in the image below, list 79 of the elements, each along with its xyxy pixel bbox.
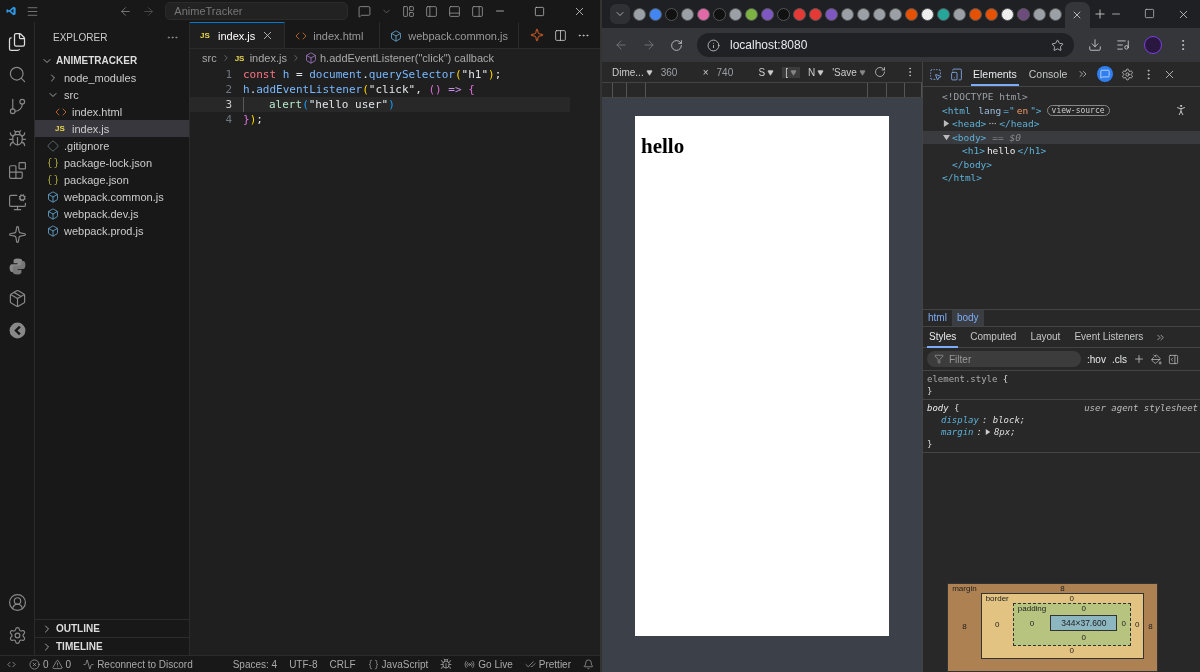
rule-selector: element.style { [927, 373, 1009, 385]
problems-status[interactable]: 0 0 [29, 658, 72, 670]
code-line: h.addEventListener("click", () => { [243, 83, 475, 96]
breadcrumb[interactable]: JS index.js [234, 52, 287, 64]
zoom-dropdown[interactable]: S [758, 66, 775, 78]
element-breadcrumb[interactable]: html [923, 310, 952, 326]
height-field[interactable]: 740 [716, 66, 751, 78]
dom-node[interactable]: <body> == $0 [923, 130, 1200, 144]
dom-node[interactable]: <head> </head> [923, 117, 1200, 131]
dom-node[interactable]: <!DOCTYPE html> [923, 90, 1200, 104]
dom-closing-tag[interactable]: </html> [923, 171, 1200, 185]
styles-pane-tab[interactable]: Computed [968, 326, 1019, 348]
devtools-tab[interactable]: Console [1026, 62, 1070, 86]
status-item[interactable]: Spaces: 4 [232, 658, 278, 670]
command-search-field[interactable]: AnimeTracker [165, 2, 348, 20]
js-file-icon: JS [234, 53, 247, 63]
file-item[interactable]: webpack.prod.js [35, 222, 189, 239]
device-dropdown[interactable]: Dime... [612, 66, 653, 78]
margin-box: margin 8 8 border 0 0 padding 0 0 344×37.600 0 0 0 0 8 [947, 583, 1158, 672]
line-number: 1 [224, 68, 233, 81]
times-sign: × [702, 66, 709, 78]
page-heading: hello [641, 134, 686, 159]
rule-selector: body { [927, 402, 960, 414]
editor-tab[interactable]: JS index.js [190, 22, 286, 48]
styles-pane-tab[interactable]: Styles [927, 326, 959, 348]
styles-pane-tab[interactable]: Layout [1028, 326, 1063, 348]
line-number: 3 [224, 98, 233, 111]
line-number: 4 [224, 113, 233, 126]
rule-close: } [927, 386, 933, 396]
throttle-dropdown[interactable]: N [807, 66, 825, 78]
styles-pane-tab[interactable]: Event Listeners [1072, 326, 1146, 348]
rule-source: user agent stylesheet [1084, 402, 1198, 414]
rule-close: } [927, 439, 933, 449]
dom-node[interactable]: <html lang =" en "> view-source [923, 103, 1200, 117]
width-field[interactable]: 360 [660, 66, 695, 78]
line-number: 2 [224, 83, 233, 96]
js-file-icon: JS [200, 31, 212, 40]
problem-count: 0 [43, 658, 49, 670]
file-item[interactable]: webpack.common.js [35, 188, 189, 205]
dpr-dropdown[interactable]: [ [782, 66, 800, 78]
style-toggle[interactable]: :hov [1087, 353, 1106, 365]
file-item[interactable]: webpack.dev.js [35, 205, 189, 222]
status-item[interactable]: Prettier [524, 658, 571, 670]
js-file-icon: JS [55, 124, 67, 133]
address-bar[interactable]: localhost:8080 [697, 33, 1074, 57]
problem-count: 0 [65, 658, 72, 670]
status-item[interactable]: UTF-8 [289, 658, 318, 670]
dom-node[interactable]: <h1> hello </h1> [923, 144, 1200, 158]
content-box: 344×37.600 [1050, 615, 1118, 631]
devtools-tab[interactable]: Elements [971, 62, 1019, 86]
sidebar-section-header[interactable]: OUTLINE [35, 619, 189, 637]
css-declaration: display : block; [940, 414, 1027, 426]
breadcrumb[interactable]: h.addEventListener("click") callback [304, 52, 495, 64]
element-breadcrumb[interactable]: body [951, 310, 984, 326]
code-line: alert("hello user") [269, 98, 395, 111]
code-line: }); [243, 113, 263, 126]
file-item[interactable]: package-lock.json [35, 154, 189, 171]
border-box: border 0 0 padding 0 0 344×37.600 0 0 0 0 [980, 593, 1145, 659]
css-declaration: margin : 8px; [940, 426, 1017, 438]
save-dropdown[interactable]: 'Save [832, 66, 866, 78]
sidebar-section-header[interactable]: TIMELINE [35, 637, 189, 655]
file-item[interactable]: package.json [35, 171, 189, 188]
breadcrumb[interactable]: src [202, 52, 217, 64]
sidebar-title: EXPLORER [53, 31, 108, 43]
file-item[interactable]: JS index.js [35, 120, 189, 137]
folder-item[interactable]: src [35, 86, 189, 103]
status-item[interactable]: JavaScript [367, 658, 429, 670]
folder-item[interactable]: node_modules [35, 69, 189, 86]
status-item[interactable]: Reconnect to Discord [83, 658, 193, 670]
file-item[interactable]: .gitignore [35, 137, 189, 154]
padding-box: padding 0 0 344×37.600 0 0 [1012, 603, 1131, 646]
filter-field[interactable]: Filter [927, 351, 1081, 367]
status-item[interactable]: Go Live [464, 658, 513, 670]
code-line: const h = document.querySelector("h1"); [243, 68, 502, 81]
project-folder[interactable]: ANIMETRACKER [35, 52, 189, 69]
status-item[interactable]: CRLF [329, 658, 356, 670]
dom-closing-tag[interactable]: </body> [923, 157, 1200, 171]
file-item[interactable]: index.html [35, 103, 189, 120]
style-toggle[interactable]: .cls [1111, 353, 1127, 365]
